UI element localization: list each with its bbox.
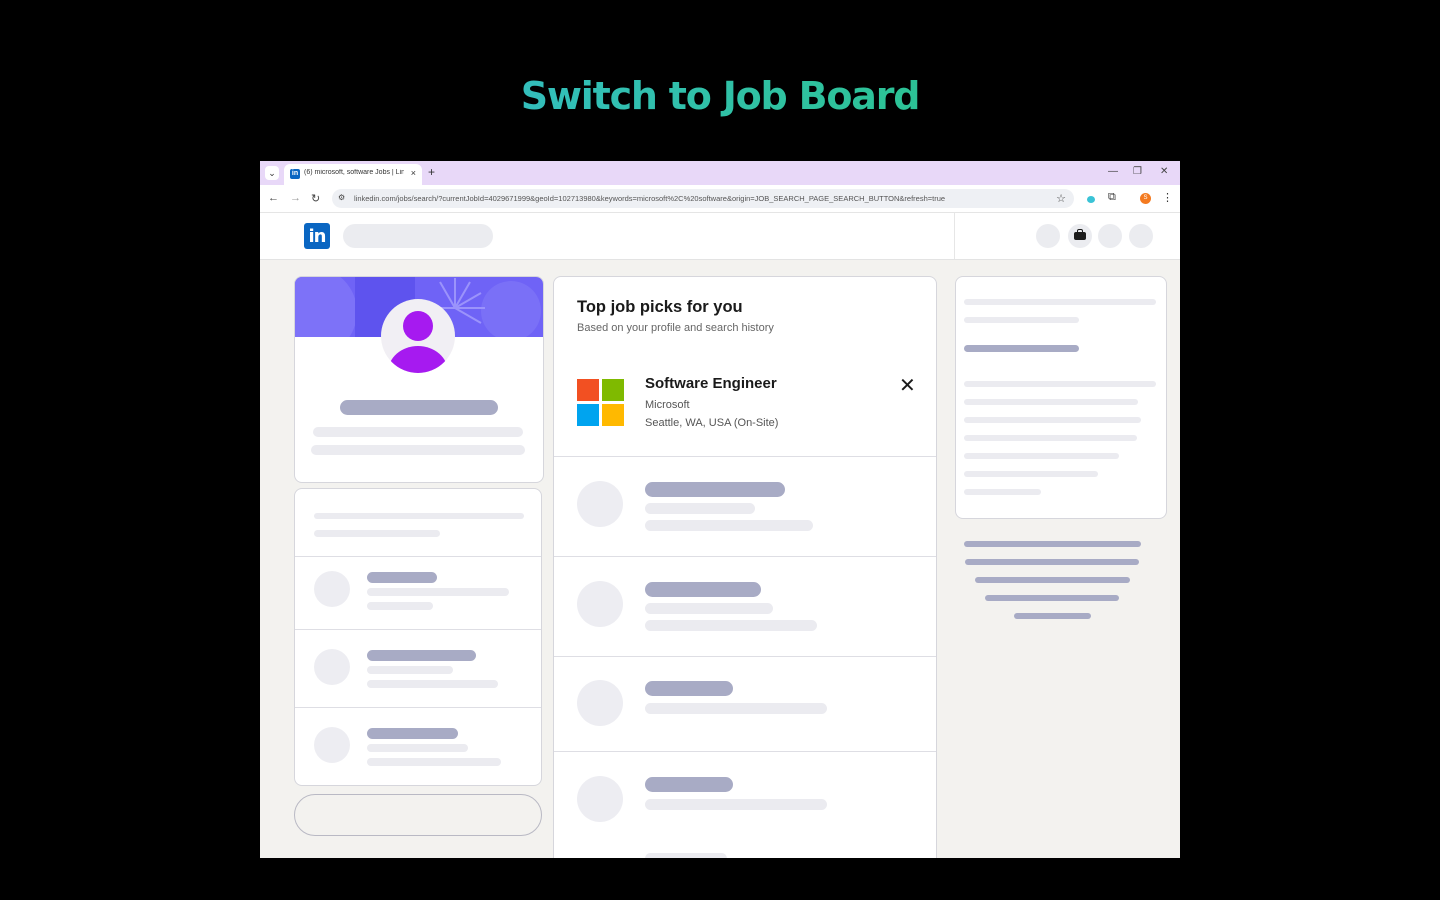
restore-icon[interactable]: ❐ bbox=[1133, 166, 1142, 177]
tab-close-icon[interactable]: × bbox=[411, 168, 416, 178]
footer-placeholder bbox=[965, 559, 1139, 565]
footer-placeholder bbox=[964, 541, 1141, 547]
footer-placeholder bbox=[975, 577, 1130, 583]
site-info-icon[interactable]: ⚙ bbox=[338, 193, 345, 202]
list-item-avatar bbox=[314, 649, 350, 685]
right-card-heading-placeholder bbox=[964, 345, 1079, 352]
url-text: linkedin.com/jobs/search/?currentJobId=4… bbox=[354, 194, 946, 203]
nav-icon-placeholder[interactable] bbox=[1098, 224, 1122, 248]
new-tab-button[interactable]: + bbox=[428, 165, 435, 179]
profile-avatar-icon[interactable]: S bbox=[1140, 193, 1151, 204]
text-placeholder bbox=[314, 513, 524, 519]
tab-strip: ⌄ in (6) microsoft, software Jobs | Link… bbox=[260, 161, 1180, 185]
job-logo-placeholder bbox=[577, 776, 623, 822]
job-logo-placeholder bbox=[577, 481, 623, 527]
footer-placeholder bbox=[1014, 613, 1091, 619]
microsoft-logo-icon bbox=[577, 379, 624, 426]
list-item-title-placeholder bbox=[367, 650, 476, 661]
browser-toolbar: ← → ↻ ⚙ linkedin.com/jobs/search/?curren… bbox=[260, 185, 1180, 213]
header-divider bbox=[954, 213, 955, 259]
profile-card bbox=[294, 276, 544, 483]
right-card bbox=[955, 276, 1167, 519]
job-logo-placeholder bbox=[577, 680, 623, 726]
browser-menu-icon[interactable]: ⋮ bbox=[1162, 191, 1173, 204]
profile-name-placeholder bbox=[340, 400, 498, 415]
job-title-placeholder bbox=[645, 582, 761, 597]
job-title[interactable]: Software Engineer bbox=[645, 375, 777, 392]
extension-icon[interactable] bbox=[1087, 196, 1095, 203]
back-icon[interactable]: ← bbox=[268, 192, 279, 204]
list-item-title-placeholder bbox=[367, 572, 437, 583]
jobs-briefcase-icon[interactable] bbox=[1068, 224, 1092, 248]
bookmark-star-icon[interactable]: ☆ bbox=[1056, 192, 1066, 205]
browser-tab[interactable]: in (6) microsoft, software Jobs | Linked… bbox=[284, 164, 422, 185]
jobs-section-subtitle: Based on your profile and search history bbox=[577, 322, 774, 334]
forward-icon[interactable]: → bbox=[290, 192, 301, 204]
text-placeholder bbox=[314, 530, 440, 537]
jobs-card: Top job picks for you Based on your prof… bbox=[553, 276, 937, 858]
linkedin-logo-icon[interactable]: in bbox=[304, 223, 330, 249]
left-pill-button[interactable] bbox=[294, 794, 542, 836]
profile-avatar[interactable] bbox=[381, 299, 455, 373]
profile-text-placeholder bbox=[313, 427, 523, 437]
list-item-title-placeholder bbox=[367, 728, 458, 739]
job-title-placeholder bbox=[645, 777, 733, 792]
left-list-card bbox=[294, 488, 542, 786]
job-title-placeholder bbox=[645, 681, 733, 696]
list-item-avatar bbox=[314, 727, 350, 763]
linkedin-favicon-icon: in bbox=[290, 169, 300, 179]
nav-icon-placeholder[interactable] bbox=[1036, 224, 1060, 248]
linkedin-header: in bbox=[260, 213, 1180, 260]
nav-icon-placeholder[interactable] bbox=[1129, 224, 1153, 248]
search-input-placeholder[interactable] bbox=[343, 224, 493, 248]
list-item-avatar bbox=[314, 571, 350, 607]
job-title-placeholder bbox=[645, 482, 785, 497]
footer-placeholder bbox=[985, 595, 1119, 601]
minimize-icon[interactable]: — bbox=[1108, 166, 1118, 177]
reload-icon[interactable]: ↻ bbox=[311, 192, 320, 205]
browser-window: ⌄ in (6) microsoft, software Jobs | Link… bbox=[260, 161, 1180, 858]
profile-text-placeholder bbox=[311, 445, 525, 455]
job-location: Seattle, WA, USA (On-Site) bbox=[645, 417, 779, 429]
tab-title: (6) microsoft, software Jobs | LinkedIn bbox=[304, 169, 404, 176]
dismiss-job-icon[interactable]: ✕ bbox=[899, 373, 916, 397]
address-bar[interactable]: ⚙ linkedin.com/jobs/search/?currentJobId… bbox=[332, 189, 1074, 208]
close-window-icon[interactable]: ✕ bbox=[1160, 166, 1168, 177]
extensions-puzzle-icon[interactable]: ⧉ bbox=[1108, 191, 1116, 204]
tab-search-icon[interactable]: ⌄ bbox=[265, 166, 279, 180]
job-logo-placeholder bbox=[577, 581, 623, 627]
page-headline: Switch to Job Board bbox=[0, 74, 1440, 118]
jobs-section-title: Top job picks for you bbox=[577, 298, 743, 316]
job-company: Microsoft bbox=[645, 399, 690, 411]
